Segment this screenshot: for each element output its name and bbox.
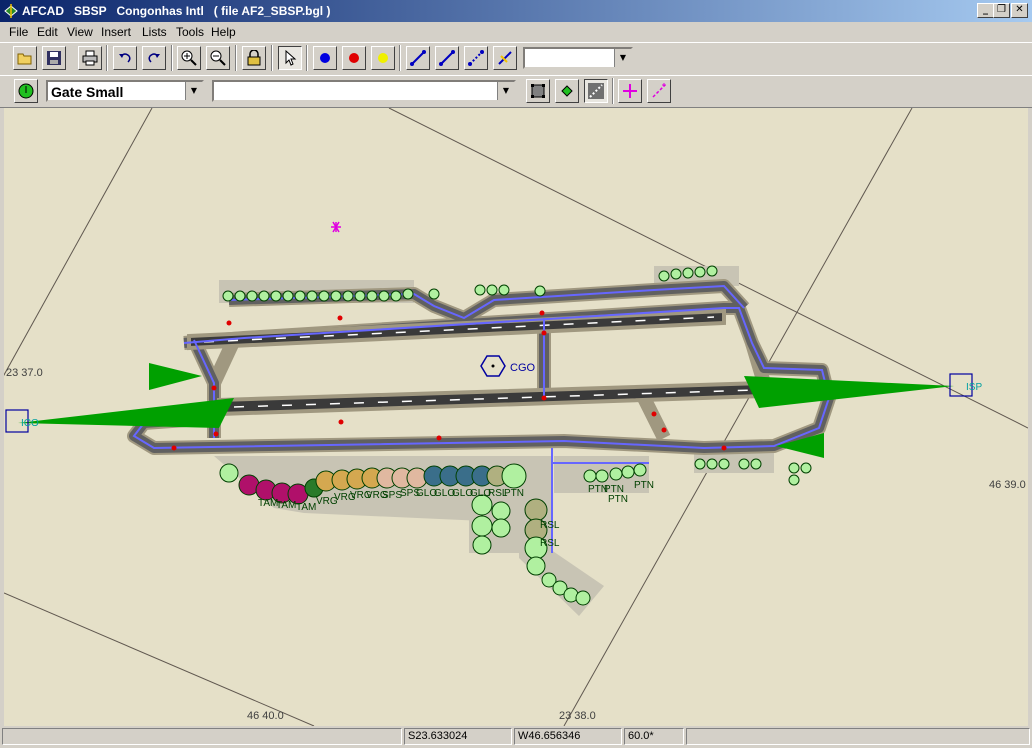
menu-help[interactable]: Help [211, 25, 236, 39]
restore-button[interactable]: ❐ [993, 3, 1010, 18]
svg-text:TAM: TAM [276, 500, 296, 511]
magenta-plus-icon [623, 84, 637, 98]
red-node-icon [349, 53, 359, 63]
menu-lists[interactable]: Lists [142, 25, 167, 39]
apron-vertex-button[interactable] [555, 79, 579, 103]
select-tool-button[interactable] [278, 46, 302, 70]
apron-polygon-icon [531, 84, 545, 98]
chevron-down-icon[interactable]: ▼ [185, 82, 202, 100]
open-icon [17, 53, 32, 65]
add-boundary-button[interactable] [647, 79, 671, 103]
add-hold-node-button[interactable] [342, 46, 366, 70]
zoom-in-button[interactable] [177, 46, 201, 70]
green-circle-icon [18, 83, 34, 99]
airport-map[interactable]: CGO ICO ISP TAM TAM TAM VRG VRG VRG VRG … [4, 108, 1028, 726]
add-parking-node-button[interactable] [371, 46, 395, 70]
toolbar-separator [306, 45, 308, 71]
redo-icon [148, 53, 160, 63]
blue-node-icon [320, 53, 330, 63]
undo-button[interactable] [113, 46, 137, 70]
runways [187, 308, 766, 417]
toolbar-separator [106, 45, 108, 71]
menu-insert[interactable]: Insert [101, 25, 131, 39]
status-longitude: W46.656346 [514, 728, 622, 745]
status-extra [686, 728, 1030, 745]
taxi-link-icon [439, 50, 455, 66]
afcad-logo-icon [4, 4, 18, 18]
magenta-line-icon [652, 83, 666, 98]
title-bar: AFCAD SBSP Congonhas Intl ( file AF2_SBS… [0, 0, 1032, 22]
window-title: AFCAD SBSP Congonhas Intl ( file AF2_SBS… [22, 4, 331, 18]
print-button[interactable] [78, 46, 102, 70]
apron-button[interactable] [526, 79, 550, 103]
add-taxi-node-button[interactable] [313, 46, 337, 70]
toolbar-separator [612, 78, 614, 104]
menu-bar: File Edit View Insert Lists Tools Help [0, 22, 1032, 42]
parking-toolbar: Gate Small ▼ ▼ [0, 75, 1032, 108]
add-parking-link-button[interactable] [493, 46, 517, 70]
status-heading: 60.0* [624, 728, 684, 745]
yellow-node-icon [378, 53, 388, 63]
toolbar-separator [171, 45, 173, 71]
status-bar: S23.633024 W46.656346 60.0* [0, 726, 1032, 748]
open-button[interactable] [13, 46, 37, 70]
status-message [2, 728, 402, 745]
close-button[interactable]: ✕ [1011, 3, 1028, 18]
status-latitude: S23.633024 [404, 728, 512, 745]
print-icon [82, 50, 98, 66]
zoom-out-button[interactable] [206, 46, 230, 70]
add-path-link-button[interactable] [435, 46, 459, 70]
airline-codes-select[interactable]: ▼ [212, 80, 516, 102]
zoom-out-icon [210, 50, 226, 66]
map-canvas[interactable]: CGO ICO ISP TAM TAM TAM VRG VRG VRG VRG … [4, 107, 1028, 726]
save-button[interactable] [42, 46, 66, 70]
toolbar-combo[interactable]: ▼ [523, 47, 633, 69]
menu-view[interactable]: View [67, 25, 93, 39]
apron-edge-button[interactable] [584, 79, 608, 103]
redo-button[interactable] [142, 46, 166, 70]
chevron-down-icon[interactable]: ▼ [497, 82, 514, 100]
parking-type-button[interactable] [14, 79, 38, 103]
menu-tools[interactable]: Tools [176, 25, 204, 39]
save-icon [47, 51, 61, 65]
parking-type-select[interactable]: Gate Small ▼ [46, 80, 204, 102]
zoom-in-icon [181, 50, 197, 66]
svg-text:RSL: RSL [540, 538, 560, 549]
add-taxi-link-button[interactable] [406, 46, 430, 70]
add-tower-button[interactable] [618, 79, 642, 103]
taxi-link-dotted-icon [468, 50, 484, 66]
svg-text:23 37.0: 23 37.0 [6, 367, 43, 379]
menu-file[interactable]: File [9, 25, 28, 39]
svg-text:PTN: PTN [504, 488, 524, 499]
svg-text:46 39.0: 46 39.0 [989, 479, 1026, 491]
toolbar-separator [399, 45, 401, 71]
svg-text:RSL: RSL [540, 520, 560, 531]
svg-text:PTN: PTN [608, 494, 628, 505]
green-diamond-icon [561, 85, 573, 97]
toolbar-separator [271, 45, 273, 71]
svg-text:TAM: TAM [296, 502, 316, 513]
svg-text:23 38.0: 23 38.0 [559, 710, 596, 722]
vor-cgo[interactable] [480, 355, 506, 377]
ils-right-label: ISP [966, 382, 982, 393]
dotted-line-icon [588, 83, 604, 99]
taxi-link-hold-icon [498, 51, 512, 65]
chevron-down-icon[interactable]: ▼ [614, 49, 631, 67]
lock-button[interactable] [242, 46, 266, 70]
svg-text:PTN: PTN [634, 480, 654, 491]
ils-left-label: ICO [21, 418, 39, 429]
menu-edit[interactable]: Edit [37, 25, 58, 39]
taxi-link-icon [410, 50, 426, 66]
undo-icon [119, 53, 131, 63]
toolbar-separator [235, 45, 237, 71]
lock-icon [247, 50, 261, 66]
add-runway-link-button[interactable] [464, 46, 488, 70]
select-arrow-icon [285, 50, 297, 66]
minimize-button[interactable]: _ [977, 3, 994, 18]
vor-label: CGO [510, 362, 536, 374]
main-toolbar: ▼ [0, 42, 1032, 76]
svg-text:46 40.0: 46 40.0 [247, 710, 284, 722]
tower-marker[interactable] [331, 221, 341, 233]
